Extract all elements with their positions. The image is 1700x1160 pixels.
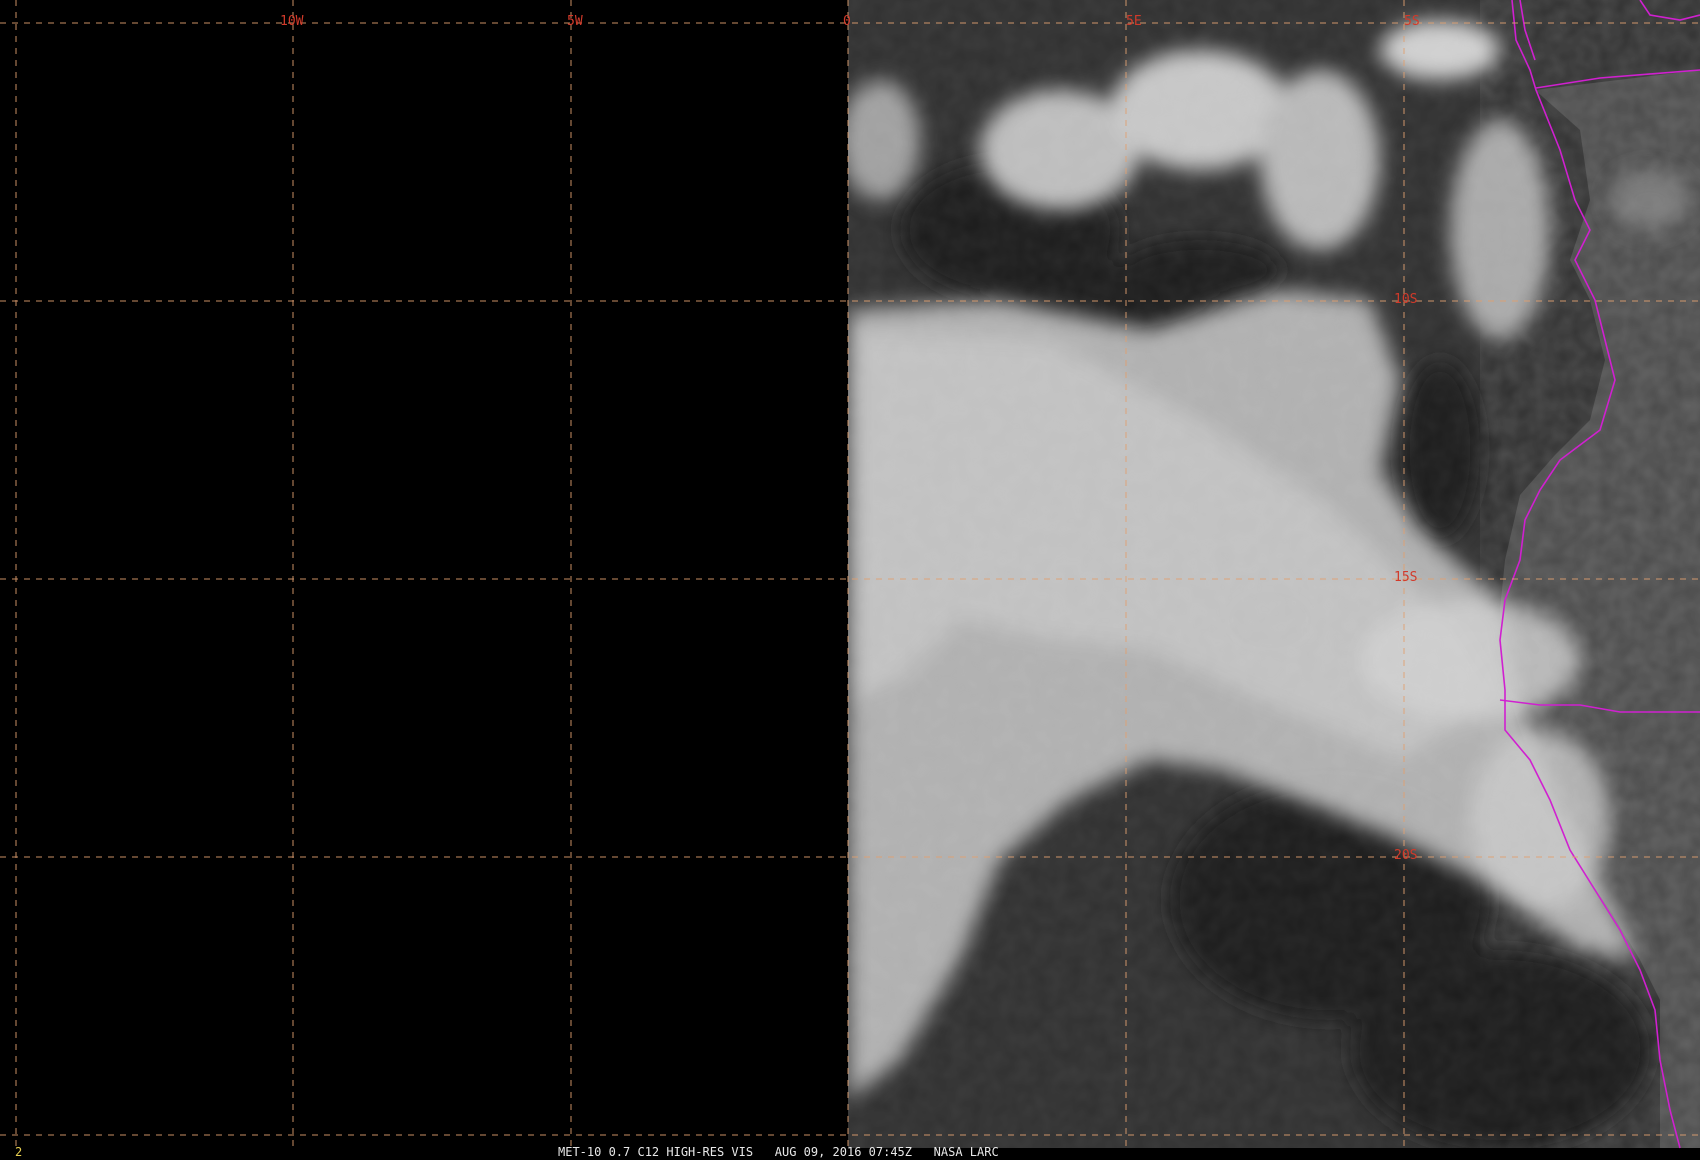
longitude-label: 0: [843, 14, 851, 29]
satellite-image-viewer: 10W 5W 0 5E 5S 10S 15S 20S 2 MET-10 0.7 …: [0, 0, 1700, 1160]
longitude-label: 5W: [567, 14, 583, 29]
frame-number: 2: [15, 1145, 22, 1159]
latitude-label: 15S: [1394, 570, 1417, 585]
latitude-label: 20S: [1394, 848, 1417, 863]
cloud-texture: [848, 0, 1700, 1148]
image-caption: MET-10 0.7 C12 HIGH-RES VIS AUG 09, 2016…: [558, 1145, 999, 1159]
no-data-area: [0, 0, 848, 1160]
satellite-imagery: [848, 0, 1700, 1148]
longitude-label: 10W: [280, 14, 304, 29]
longitude-label: 5E: [1126, 14, 1142, 29]
latitude-label: 10S: [1394, 292, 1417, 307]
longitude-label: 5S: [1404, 14, 1420, 29]
